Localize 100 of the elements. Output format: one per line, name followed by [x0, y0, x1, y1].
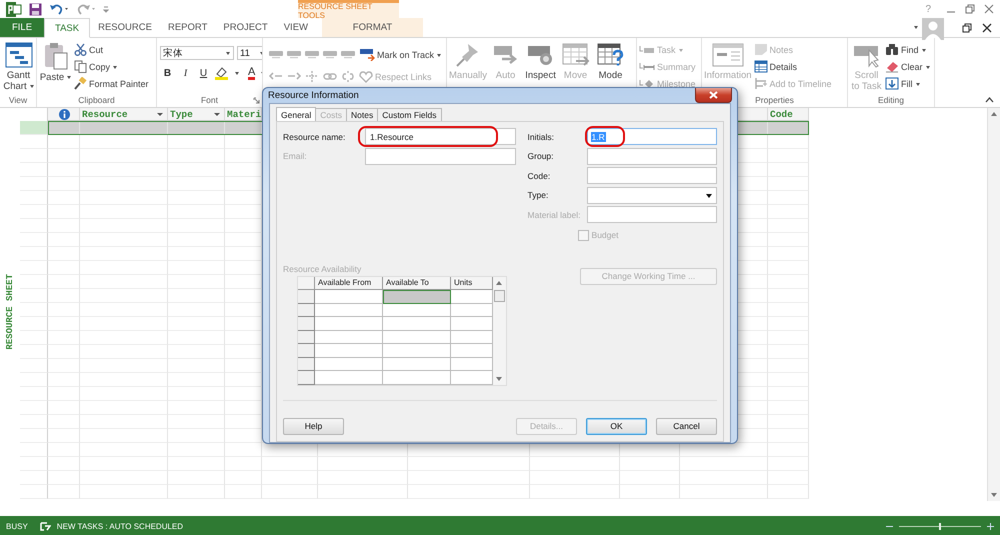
redo-icon[interactable] — [76, 3, 96, 15]
collapse-ribbon-icon[interactable] — [985, 97, 994, 103]
ribbon-tab[interactable]: FILE — [0, 18, 44, 37]
text-field[interactable]: 1.Resource — [365, 128, 516, 146]
row-header[interactable] — [20, 303, 48, 317]
dialog-tab[interactable]: General — [276, 107, 316, 121]
dropdown-field[interactable] — [586, 186, 717, 204]
row-header[interactable] — [20, 275, 48, 289]
font-name-field[interactable]: 宋体 — [160, 46, 234, 60]
indent-icon[interactable] — [287, 71, 301, 82]
zoom-in-icon[interactable] — [987, 522, 994, 530]
progress-icon[interactable] — [323, 50, 337, 59]
row-header[interactable] — [20, 233, 48, 247]
split-icon[interactable] — [305, 71, 319, 82]
row-header[interactable] — [20, 457, 48, 471]
ribbon-button[interactable]: Gantt Chart — [2, 41, 35, 94]
caret-icon[interactable] — [914, 26, 918, 29]
close-icon[interactable] — [982, 22, 992, 32]
row-header[interactable] — [20, 485, 48, 499]
ribbon-button[interactable]: Fill — [885, 76, 930, 91]
ribbon-button[interactable]: Cut — [74, 42, 149, 57]
row-header[interactable] — [20, 373, 48, 387]
unlink-icon[interactable] — [341, 71, 355, 82]
scrollbar[interactable] — [493, 276, 506, 384]
row-header[interactable] — [20, 163, 48, 177]
indicator-header[interactable] — [48, 108, 80, 121]
save-icon[interactable] — [29, 2, 42, 16]
ribbon-button[interactable]: Format Painter — [74, 76, 149, 91]
table-corner[interactable] — [298, 276, 315, 290]
outdent-icon[interactable] — [269, 71, 283, 82]
dialog-button[interactable]: Cancel — [656, 418, 717, 434]
row-header[interactable] — [298, 330, 315, 344]
row-header[interactable] — [298, 344, 315, 358]
customize-icon[interactable] — [103, 5, 109, 13]
dialog-tab[interactable]: Notes — [346, 108, 378, 121]
row-header[interactable] — [20, 471, 48, 485]
close-button[interactable] — [695, 88, 732, 103]
link-icon[interactable] — [323, 71, 337, 82]
row-header[interactable] — [298, 371, 315, 384]
font-style-button[interactable]: I — [178, 68, 193, 78]
text-field[interactable] — [586, 148, 717, 165]
caret-icon[interactable] — [235, 72, 239, 74]
row-header[interactable] — [20, 247, 48, 261]
dialog-launcher-icon[interactable] — [253, 97, 260, 104]
row-header[interactable] — [298, 290, 315, 304]
row-header[interactable] — [20, 289, 48, 303]
row-header[interactable] — [20, 401, 48, 415]
text-field[interactable] — [586, 167, 717, 184]
ribbon-button[interactable]: Paste — [39, 41, 72, 94]
row-header[interactable] — [20, 219, 48, 233]
ribbon-button[interactable]: Details — [754, 59, 832, 74]
row-header[interactable] — [20, 443, 48, 457]
row-header[interactable] — [20, 429, 48, 443]
row-header[interactable] — [20, 331, 48, 345]
ribbon-button[interactable]: Clear — [885, 59, 930, 74]
restore-icon[interactable] — [962, 22, 972, 32]
row-header[interactable] — [298, 317, 315, 330]
font-color-button[interactable]: A — [248, 66, 256, 80]
row-header[interactable] — [298, 304, 315, 317]
dialog-tab[interactable]: Custom Fields — [377, 108, 442, 121]
ribbon-button[interactable]: Mark on Track — [359, 47, 442, 62]
ribbon-tab[interactable]: PROJECT — [215, 18, 276, 37]
ribbon-tab[interactable]: VIEW — [276, 18, 316, 37]
progress-icon[interactable] — [287, 50, 301, 59]
ribbon-button[interactable]: Copy — [74, 59, 149, 74]
filter-arrow-icon[interactable] — [214, 113, 220, 116]
row-header[interactable] — [298, 358, 315, 371]
undo-icon[interactable] — [49, 3, 69, 15]
font-size-field[interactable]: 11 — [237, 46, 262, 60]
column-header[interactable]: Materi — [225, 108, 262, 121]
ribbon-tab[interactable]: TASK — [44, 18, 90, 38]
task-mode-text[interactable]: NEW TASKS : AUTO SCHEDULED — [56, 522, 184, 530]
row-header[interactable] — [20, 359, 48, 373]
row-header[interactable] — [20, 135, 48, 149]
highlighter-icon[interactable] — [214, 66, 229, 80]
row-header[interactable] — [20, 205, 48, 219]
row-header[interactable] — [20, 261, 48, 275]
font-style-button[interactable]: B — [160, 68, 175, 78]
row-header[interactable] — [20, 149, 48, 163]
column-header[interactable]: Type — [168, 108, 225, 121]
progress-icon[interactable] — [341, 50, 355, 59]
row-header[interactable] — [20, 387, 48, 401]
row-header[interactable] — [20, 345, 48, 359]
ribbon-button[interactable]: Find — [885, 42, 930, 57]
column-header[interactable]: Code — [768, 108, 809, 121]
ribbon-tab[interactable]: REPORT — [160, 18, 216, 37]
progress-icon[interactable] — [305, 50, 319, 59]
font-style-button[interactable]: U — [196, 68, 211, 78]
dialog-button[interactable]: Help — [283, 418, 344, 434]
column-header[interactable]: Resource — [80, 108, 168, 121]
dialog-button[interactable]: OK — [586, 418, 647, 434]
filter-arrow-icon[interactable] — [157, 113, 163, 116]
scrollbar[interactable] — [987, 108, 1000, 501]
progress-icon[interactable] — [269, 50, 283, 59]
row-header[interactable] — [20, 177, 48, 191]
row-header[interactable] — [20, 317, 48, 331]
row-header[interactable] — [20, 191, 48, 205]
ribbon-tab[interactable]: FORMAT — [322, 18, 423, 37]
ribbon-tab[interactable]: RESOURCE — [90, 18, 160, 37]
row-header[interactable] — [20, 415, 48, 429]
